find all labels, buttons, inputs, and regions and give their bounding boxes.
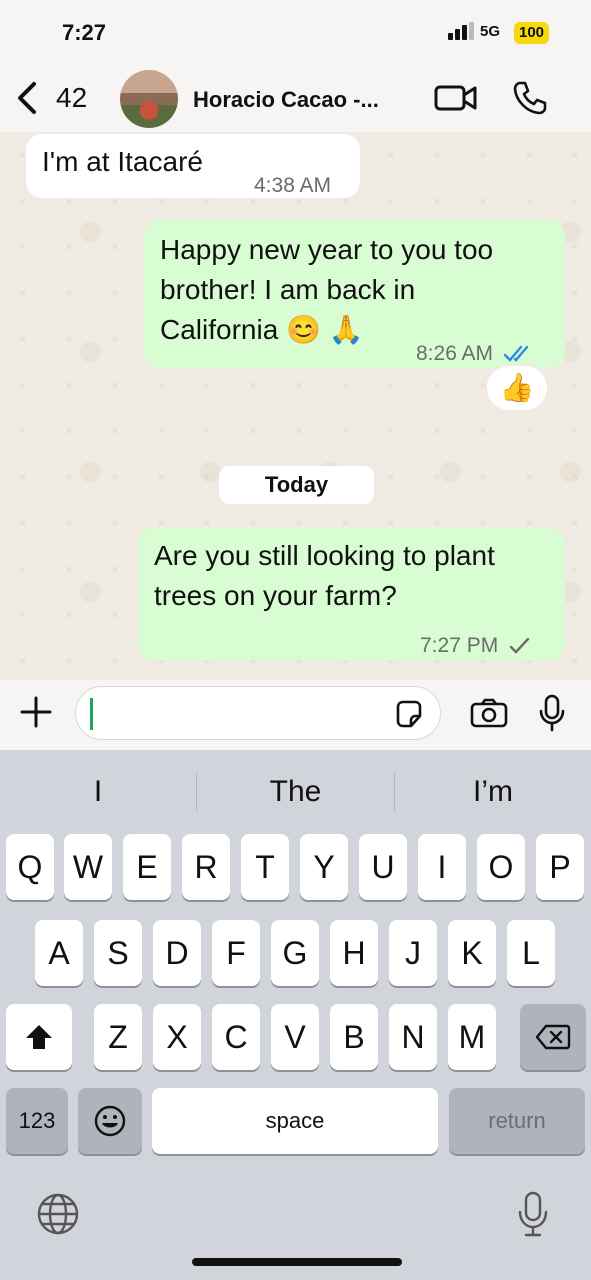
key-j[interactable]: J [389, 920, 437, 986]
key-r[interactable]: R [182, 834, 230, 900]
reaction-badge[interactable]: 👍 [485, 364, 549, 412]
key-c[interactable]: C [212, 1004, 260, 1070]
key-o[interactable]: O [477, 834, 525, 900]
key-v[interactable]: V [271, 1004, 319, 1070]
phone-icon[interactable] [512, 80, 548, 116]
battery-indicator: 100 [514, 22, 550, 44]
key-z[interactable]: Z [94, 1004, 142, 1070]
key-d[interactable]: D [153, 920, 201, 986]
dictation-icon[interactable] [516, 1190, 550, 1238]
double-check-icon [503, 346, 529, 363]
chevron-left-icon[interactable] [12, 80, 42, 116]
delete-key[interactable] [520, 1004, 586, 1070]
message-time: 8:26 AM [416, 342, 494, 365]
message-text: Happy new year to you too brother! I am … [160, 234, 494, 345]
key-y[interactable]: Y [300, 834, 348, 900]
camera-icon[interactable] [470, 698, 508, 728]
key-e[interactable]: E [123, 834, 171, 900]
key-f[interactable]: F [212, 920, 260, 986]
backspace-icon [535, 1024, 571, 1050]
key-p[interactable]: P [536, 834, 584, 900]
key-x[interactable]: X [153, 1004, 201, 1070]
message-incoming[interactable]: I'm at Itacaré 4:38 AM [26, 134, 360, 198]
microphone-icon[interactable] [538, 694, 566, 732]
chat-header: 42 Horacio Cacao -... [0, 66, 591, 132]
key-k[interactable]: K [448, 920, 496, 986]
key-n[interactable]: N [389, 1004, 437, 1070]
key-h[interactable]: H [330, 920, 378, 986]
contact-name[interactable]: Horacio Cacao -... [193, 87, 379, 113]
shift-icon [26, 1025, 52, 1049]
signal-icon [448, 22, 474, 40]
emoji-icon [94, 1105, 126, 1137]
key-m[interactable]: M [448, 1004, 496, 1070]
network-label: 5G [480, 23, 501, 40]
keyboard: I The I’m Q W E R T Y U I O P A S D F G … [0, 750, 591, 1280]
status-bar: 7:27 5G 100 [0, 0, 591, 66]
message-text: I'm at Itacaré [42, 146, 203, 177]
key-t[interactable]: T [241, 834, 289, 900]
key-w[interactable]: W [64, 834, 112, 900]
key-g[interactable]: G [271, 920, 319, 986]
avatar[interactable] [120, 70, 178, 128]
return-key[interactable]: return [449, 1088, 585, 1154]
status-time: 7:27 [62, 20, 107, 45]
message-time: 7:27 PM [420, 634, 499, 657]
message-input[interactable] [75, 686, 441, 740]
message-outgoing[interactable]: Happy new year to you too brother! I am … [144, 220, 565, 368]
key-l[interactable]: L [507, 920, 555, 986]
message-time: 4:38 AM [254, 174, 332, 197]
message-meta: 7:27 PM [420, 626, 532, 666]
globe-icon[interactable] [36, 1192, 80, 1236]
numbers-key[interactable]: 123 [6, 1088, 68, 1154]
emoji-key[interactable] [78, 1088, 142, 1154]
key-i[interactable]: I [418, 834, 466, 900]
key-b[interactable]: B [330, 1004, 378, 1070]
text-caret [90, 698, 93, 730]
video-call-icon[interactable] [434, 82, 478, 114]
key-a[interactable]: A [35, 920, 83, 986]
key-s[interactable]: S [94, 920, 142, 986]
space-key[interactable]: space [152, 1088, 438, 1154]
home-indicator [192, 1258, 402, 1266]
day-separator: Today [219, 466, 374, 504]
unread-count[interactable]: 42 [56, 82, 87, 114]
input-bar [0, 680, 591, 750]
chat-area[interactable]: I'm at Itacaré 4:38 AM Happy new year to… [0, 132, 591, 680]
suggestion-3[interactable]: I’m [395, 770, 591, 814]
check-icon [509, 638, 530, 655]
key-u[interactable]: U [359, 834, 407, 900]
suggestion-2[interactable]: The [197, 770, 394, 814]
plus-icon[interactable] [20, 696, 52, 728]
sticker-icon[interactable] [394, 699, 424, 729]
message-outgoing[interactable]: Are you still looking to plant trees on … [138, 528, 565, 660]
shift-key[interactable] [6, 1004, 72, 1070]
key-q[interactable]: Q [6, 834, 54, 900]
message-text: Are you still looking to plant trees on … [154, 540, 495, 611]
suggestion-1[interactable]: I [0, 770, 196, 814]
